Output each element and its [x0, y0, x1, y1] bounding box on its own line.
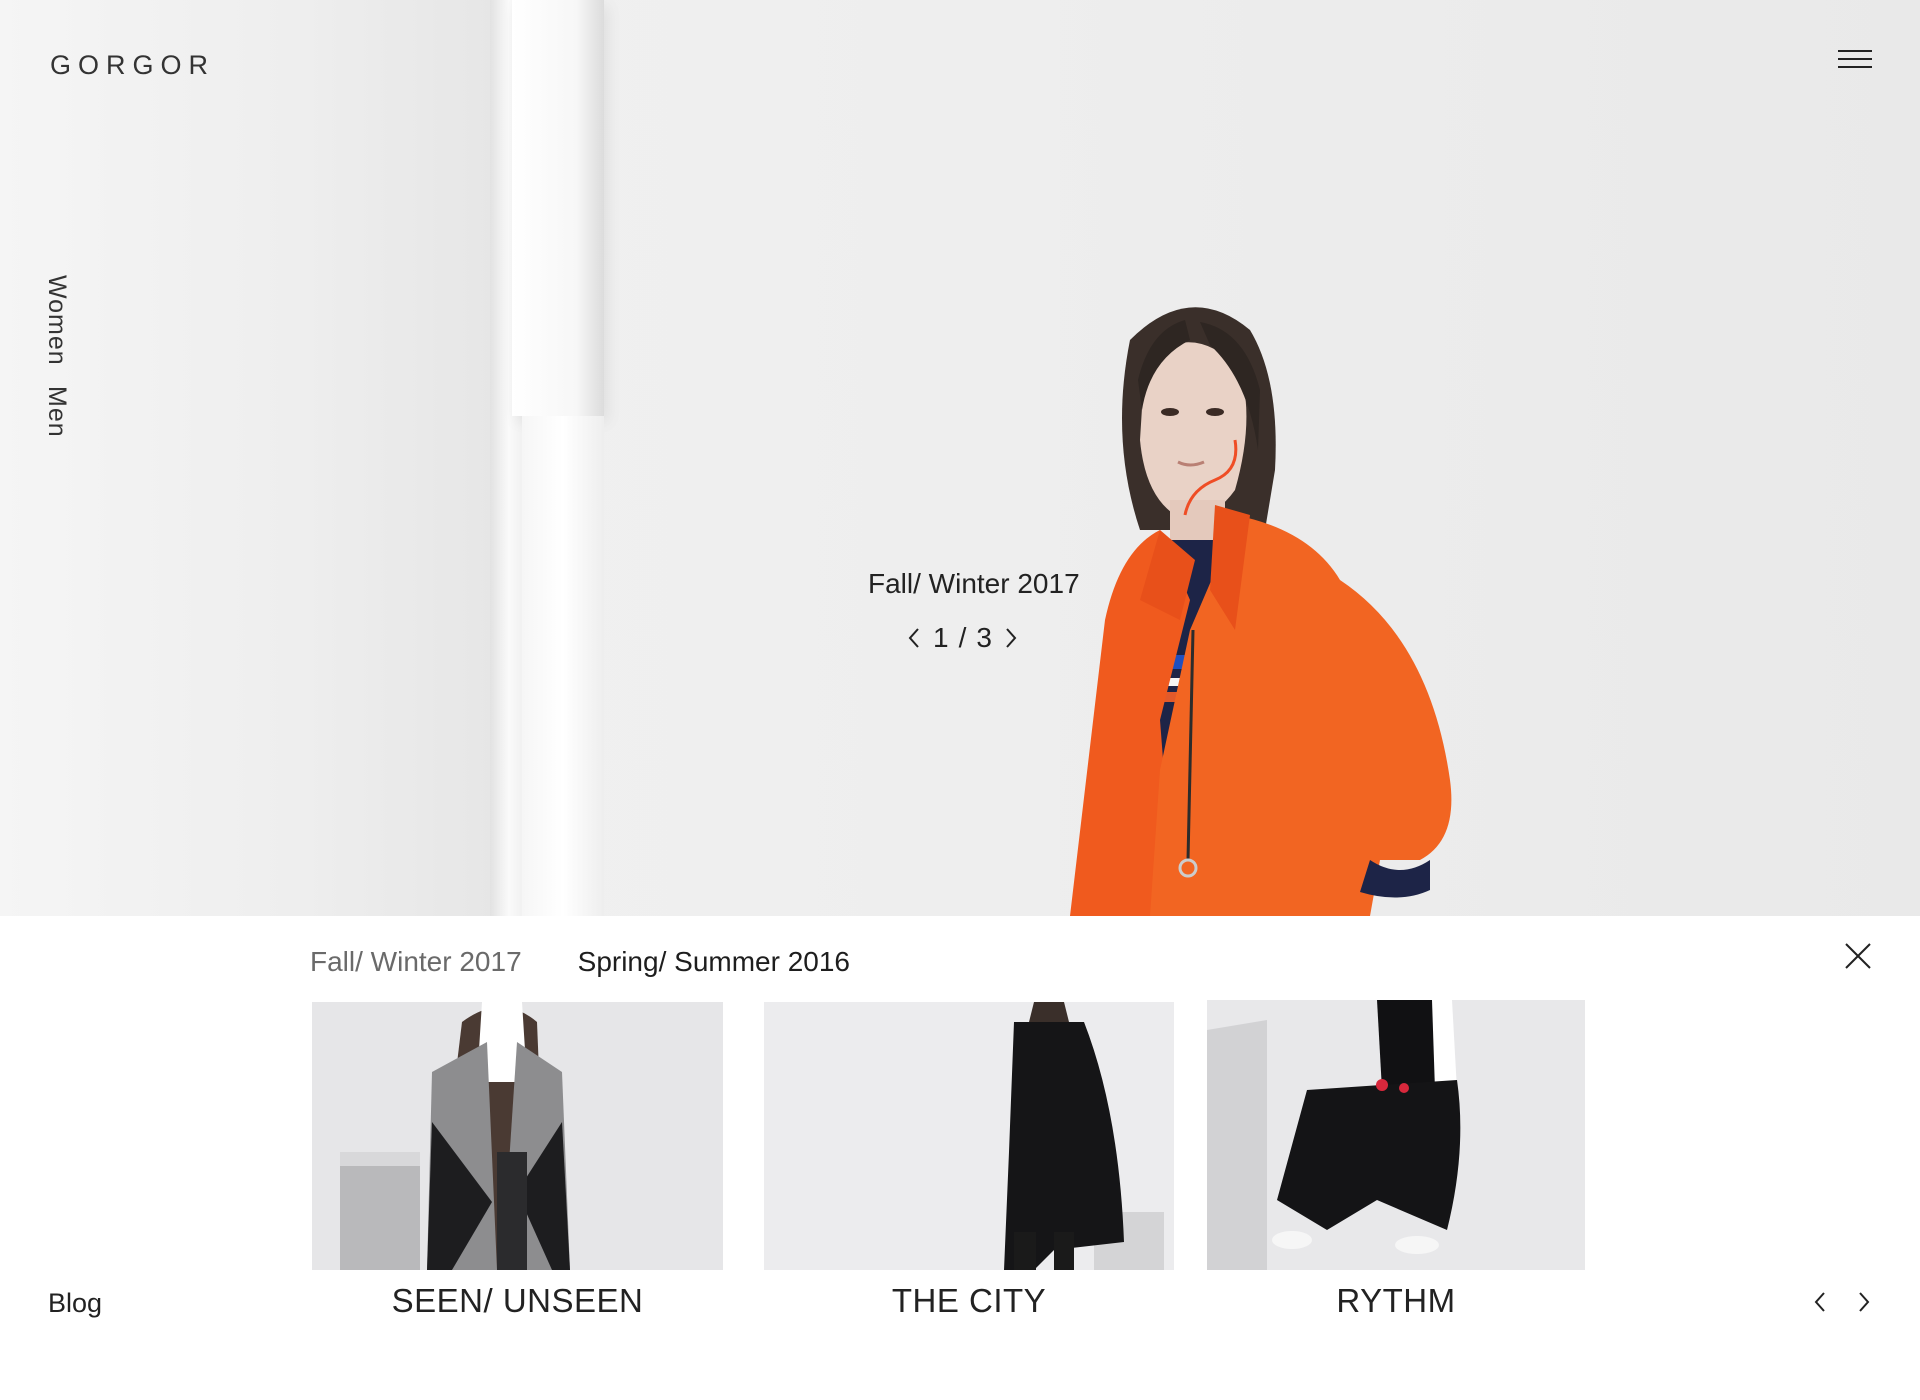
close-icon[interactable] [1844, 942, 1872, 970]
hero-wall-panel-lip [522, 416, 604, 916]
chevron-left-icon[interactable] [1812, 1290, 1828, 1314]
pager-current: 1 [933, 622, 949, 653]
hamburger-menu-icon[interactable] [1838, 50, 1872, 78]
hero-wall-shadow [0, 0, 500, 916]
collection-image-seen-unseen [312, 1002, 723, 1270]
hero-wall-panel [512, 0, 604, 416]
collection-image-rythm [1207, 1000, 1585, 1270]
hero-season-title: Fall/ Winter 2017 [868, 568, 1080, 599]
collection-caption[interactable]: THE CITY [764, 1282, 1174, 1320]
nav-item-men[interactable]: Men [43, 386, 71, 438]
chevron-left-icon[interactable] [905, 625, 923, 651]
menu-line [1838, 66, 1872, 68]
menu-line [1838, 50, 1872, 52]
collection-thumbnail[interactable] [1207, 1000, 1585, 1270]
hero-banner: GORGOR Women Men Fall/ Winter 2017 1 / 3 [0, 0, 1920, 916]
hero-model-image [1070, 307, 1452, 916]
tab-fall-winter-2017[interactable]: Fall/ Winter 2017 [310, 946, 522, 978]
blog-link[interactable]: Blog [48, 1288, 102, 1319]
season-tabs: Fall/ Winter 2017 Spring/ Summer 2016 [310, 946, 850, 978]
chevron-right-icon[interactable] [1856, 1290, 1872, 1314]
collection-card-rythm[interactable]: RYTHM [1207, 1000, 1585, 1320]
tab-spring-summer-2016[interactable]: Spring/ Summer 2016 [578, 946, 850, 978]
collection-card-the-city[interactable]: THE CITY [764, 1002, 1174, 1320]
menu-line [1838, 58, 1872, 60]
brand-logo[interactable]: GORGOR [50, 50, 215, 81]
collection-card-seen-unseen[interactable]: SEEN/ UNSEEN [312, 1002, 723, 1320]
collections-panel: Fall/ Winter 2017 Spring/ Summer 2016 SE… [0, 916, 1920, 1400]
hero-pager: 1 / 3 [905, 622, 1020, 654]
collection-image-the-city [764, 1002, 1174, 1270]
collection-thumbnail[interactable] [764, 1002, 1174, 1270]
collection-caption[interactable]: SEEN/ UNSEEN [312, 1282, 723, 1320]
pager-total: 3 [976, 622, 992, 653]
gender-nav: Women Men [42, 275, 71, 449]
pager-separator: / [958, 622, 967, 653]
nav-item-women[interactable]: Women [43, 275, 71, 366]
collection-caption[interactable]: RYTHM [1207, 1282, 1585, 1320]
collection-thumbnail[interactable] [312, 1002, 723, 1270]
chevron-right-icon[interactable] [1002, 625, 1020, 651]
